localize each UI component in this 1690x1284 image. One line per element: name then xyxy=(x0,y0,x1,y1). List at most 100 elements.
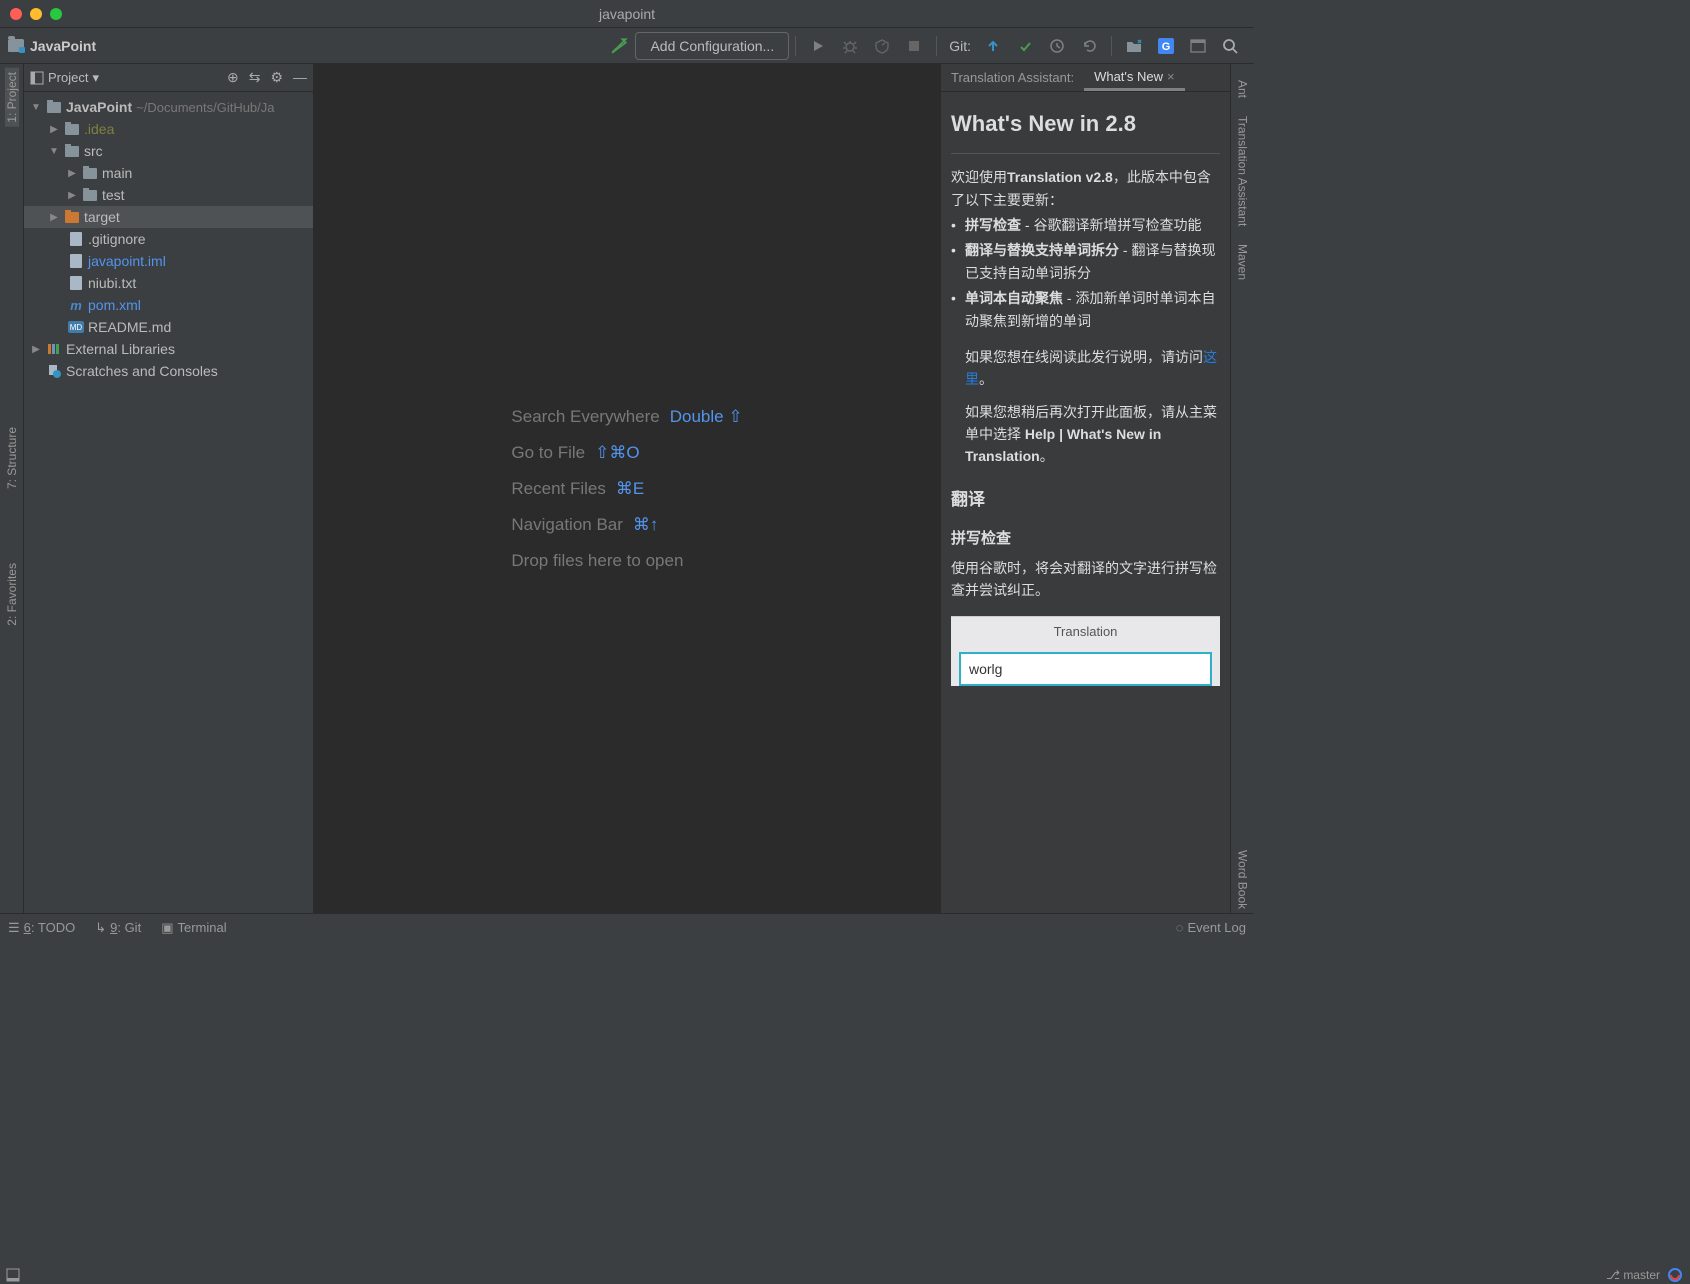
stripe-favorites[interactable]: 2: Favorites xyxy=(5,559,19,630)
folder-icon xyxy=(65,146,79,157)
stripe-maven[interactable]: Maven xyxy=(1236,240,1250,284)
chevron-right-icon: ▶ xyxy=(66,168,78,179)
tree-node-main[interactable]: ▶ main xyxy=(24,162,313,184)
tree-node-readme[interactable]: MD README.md xyxy=(24,316,313,338)
maven-file-icon: m xyxy=(68,297,84,313)
markdown-file-icon: MD xyxy=(68,321,84,333)
tool-windows-toggle[interactable] xyxy=(6,1268,20,1282)
tree-node-src[interactable]: ▼ src xyxy=(24,140,313,162)
minimize-window-button[interactable] xyxy=(30,8,42,20)
coverage-button[interactable] xyxy=(871,35,893,57)
bottom-todo[interactable]: ☰ 6: TODO xyxy=(8,920,75,936)
branch-indicator[interactable]: ⎇ master xyxy=(1606,1268,1660,1282)
bottom-terminal[interactable]: ▣ Terminal xyxy=(161,920,226,936)
main-area: 1: Project 7: Structure 2: Favorites Pro… xyxy=(0,64,1254,913)
spellcheck-desc: 使用谷歌时，将会对翻译的文字进行拼写检查并尝试纠正。 xyxy=(951,557,1220,602)
hint-search-everywhere: Search EverywhereDouble ⇧ xyxy=(511,407,742,427)
bottom-event-log[interactable]: ◌ Event Log xyxy=(1176,920,1246,935)
stripe-structure[interactable]: 7: Structure xyxy=(5,423,19,493)
git-label: Git: xyxy=(949,38,971,54)
whats-new-title: What's New in 2.8 xyxy=(951,106,1220,154)
editor-area[interactable]: Search EverywhereDouble ⇧ Go to File⇧⌘O … xyxy=(314,64,940,913)
titlebar: javapoint xyxy=(0,0,1254,28)
hide-icon[interactable]: — xyxy=(293,69,307,86)
speech-bubble-icon: ◌ xyxy=(1176,920,1184,935)
section-spellcheck: 拼写检查 xyxy=(951,527,1220,551)
status-right: ⎇ master xyxy=(1606,1268,1682,1282)
right-tool-stripe: Ant Translation Assistant Maven Word Boo… xyxy=(1230,64,1254,913)
right-panel: Translation Assistant: What's New × What… xyxy=(940,64,1230,913)
tree-node-idea[interactable]: ▶ .idea xyxy=(24,118,313,140)
whats-new-intro: 欢迎使用Translation v2.8，此版本中包含了以下主要更新： xyxy=(951,166,1220,211)
folder-icon xyxy=(65,124,79,135)
whats-new-content[interactable]: What's New in 2.8 欢迎使用Translation v2.8，此… xyxy=(941,92,1230,913)
expand-all-icon[interactable]: ⇆ xyxy=(249,69,261,86)
tree-label: niubi.txt xyxy=(88,275,136,291)
debug-button[interactable] xyxy=(839,35,861,57)
branch-icon: ↳ xyxy=(95,920,106,936)
project-header: Project ▾ ⊕ ⇆ ⚙ — xyxy=(24,64,313,92)
tree-node-niubi[interactable]: niubi.txt xyxy=(24,272,313,294)
gear-icon[interactable]: ⚙ xyxy=(270,69,283,86)
hint-recent-files: Recent Files⌘E xyxy=(511,479,742,499)
left-tool-stripe: 1: Project 7: Structure 2: Favorites xyxy=(0,64,24,913)
close-window-button[interactable] xyxy=(10,8,22,20)
right-panel-tabs: Translation Assistant: What's New × xyxy=(941,64,1230,92)
project-view-combo[interactable]: Project ▾ xyxy=(30,70,227,86)
search-icon[interactable] xyxy=(1219,35,1241,57)
git-revert-icon[interactable] xyxy=(1078,35,1100,57)
stripe-translation-assistant[interactable]: Translation Assistant xyxy=(1236,112,1250,230)
breadcrumb[interactable]: JavaPoint xyxy=(8,38,96,54)
tree-node-test[interactable]: ▶ test xyxy=(24,184,313,206)
translation-preview: Translation worlg xyxy=(951,616,1220,686)
status-bar xyxy=(0,941,1254,951)
tree-label: .gitignore xyxy=(88,231,146,247)
branch-icon: ⎇ xyxy=(1606,1268,1620,1282)
run-button[interactable] xyxy=(807,35,829,57)
tree-label: main xyxy=(102,165,132,181)
tree-node-pom[interactable]: m pom.xml xyxy=(24,294,313,316)
folder-icon xyxy=(65,212,79,223)
tree-node-external[interactable]: ▶ External Libraries xyxy=(24,338,313,360)
maximize-window-button[interactable] xyxy=(50,8,62,20)
editor-hints: Search EverywhereDouble ⇧ Go to File⇧⌘O … xyxy=(511,391,742,587)
toolbar-divider xyxy=(936,36,937,56)
hint-drop-files: Drop files here to open xyxy=(511,551,742,571)
build-icon[interactable] xyxy=(608,35,630,57)
layout-icon[interactable] xyxy=(1187,35,1209,57)
tree-node-target[interactable]: ▶ target xyxy=(24,206,313,228)
git-history-icon[interactable] xyxy=(1046,35,1068,57)
close-icon[interactable]: × xyxy=(1167,69,1175,84)
git-update-icon[interactable] xyxy=(982,35,1004,57)
add-configuration-button[interactable]: Add Configuration... xyxy=(635,32,789,60)
chevron-down-icon: ▼ xyxy=(48,146,60,157)
stripe-ant[interactable]: Ant xyxy=(1236,76,1250,102)
tab-whats-new[interactable]: What's New × xyxy=(1084,64,1185,91)
tree-label: src xyxy=(84,143,103,159)
tree-label: .idea xyxy=(84,121,114,137)
tree-node-gitignore[interactable]: .gitignore xyxy=(24,228,313,250)
chevron-down-icon: ▾ xyxy=(92,70,99,86)
bottom-git[interactable]: ↳ 9: Git xyxy=(95,920,141,936)
open-folder-icon[interactable] xyxy=(1123,35,1145,57)
tree-path: ~/Documents/GitHub/Ja xyxy=(136,100,274,115)
stripe-word-book[interactable]: Word Book xyxy=(1236,846,1250,913)
tree-label: target xyxy=(84,209,120,225)
stripe-project[interactable]: 1: Project xyxy=(5,68,19,127)
google-translate-icon[interactable]: G xyxy=(1155,35,1177,57)
tab-translation-assistant[interactable]: Translation Assistant: xyxy=(941,64,1084,91)
tree-node-root[interactable]: ▼ JavaPoint ~/Documents/GitHub/Ja xyxy=(24,96,313,118)
tree-node-iml[interactable]: javapoint.iml xyxy=(24,250,313,272)
main-toolbar: JavaPoint Add Configuration... Git: G xyxy=(0,28,1254,64)
locate-icon[interactable]: ⊕ xyxy=(227,69,239,86)
project-tree[interactable]: ▼ JavaPoint ~/Documents/GitHub/Ja ▶ .ide… xyxy=(24,92,313,913)
git-commit-icon[interactable] xyxy=(1014,35,1036,57)
google-translate-status-icon[interactable] xyxy=(1668,1268,1682,1282)
project-view-label: Project xyxy=(48,70,88,85)
tree-node-scratches[interactable]: Scratches and Consoles xyxy=(24,360,313,382)
tree-label: pom.xml xyxy=(88,297,141,313)
stop-button[interactable] xyxy=(903,35,925,57)
whats-new-note1: 如果您想在线阅读此发行说明，请访问这里。 xyxy=(951,346,1220,391)
hint-nav-bar: Navigation Bar⌘↑ xyxy=(511,515,742,535)
preview-input: worlg xyxy=(959,652,1212,686)
